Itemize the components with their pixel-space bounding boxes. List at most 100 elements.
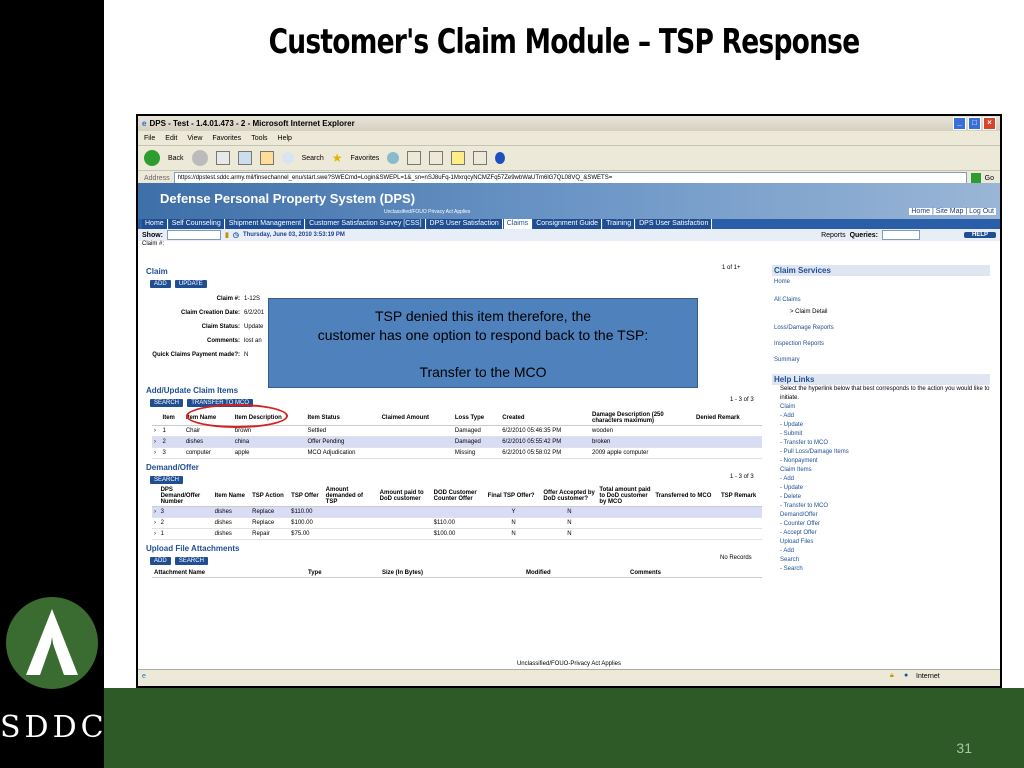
tab-consignment-guide[interactable]: Consignment Guide <box>533 219 603 229</box>
bluetooth-icon[interactable] <box>495 152 506 164</box>
col-header[interactable]: TSP Remark <box>719 486 762 507</box>
folder-icon[interactable] <box>451 151 466 165</box>
mail-icon[interactable] <box>407 151 422 165</box>
queries-select[interactable] <box>881 230 920 240</box>
history-icon[interactable] <box>387 152 400 164</box>
help-item[interactable]: - Delete <box>780 493 990 502</box>
table-row[interactable]: › 1 dishes Repair $75.00 $100.00 N N <box>152 528 762 540</box>
col-header[interactable]: DOD Customer Counter Offer <box>431 486 486 507</box>
help-item[interactable]: - Counter Offer <box>780 520 990 529</box>
col-header[interactable]: Denied Remark <box>694 411 762 426</box>
col-header[interactable]: Item Status <box>305 411 380 426</box>
col-header[interactable]: Comments <box>628 569 762 578</box>
home-icon[interactable] <box>259 151 274 165</box>
row-expander[interactable]: › <box>152 425 161 437</box>
col-header[interactable]: Modified <box>524 569 628 578</box>
menu-view[interactable]: View <box>187 135 202 142</box>
help-item[interactable]: - Update <box>780 421 990 430</box>
col-header[interactable]: Size (In Bytes) <box>380 569 524 578</box>
help-item[interactable]: - Add <box>780 412 990 421</box>
help-item[interactable]: - Pull Loss/Damage Items <box>780 448 990 457</box>
messenger-icon[interactable] <box>473 151 488 165</box>
minimize-icon[interactable]: _ <box>953 117 966 130</box>
menu-help[interactable]: Help <box>278 135 292 142</box>
help-item[interactable]: - Search <box>780 565 990 574</box>
upload-search-button[interactable]: SEARCH <box>174 557 208 565</box>
help-item[interactable]: - Transfer to MCO <box>780 439 990 448</box>
sidebar-item-all-claims[interactable]: All Claims <box>772 294 990 306</box>
menu-file[interactable]: File <box>144 135 155 142</box>
tab-training[interactable]: Training <box>603 219 636 229</box>
back-label[interactable]: Back <box>168 155 184 162</box>
claim-update-button[interactable]: UPDATE <box>174 280 207 288</box>
claim-add-button[interactable]: ADD <box>150 280 171 288</box>
chart-icon[interactable]: ▮ <box>225 231 229 239</box>
go-label[interactable]: Go <box>985 175 994 182</box>
maximize-icon[interactable]: □ <box>968 117 981 130</box>
back-arrow-icon[interactable] <box>144 150 160 166</box>
help-item[interactable]: - Accept Offer <box>780 529 990 538</box>
stop-icon[interactable] <box>215 151 230 165</box>
table-row[interactable]: › 3 dishes Replace $110.00 Y N <box>152 506 762 518</box>
tab-dps-user-satisfaction[interactable]: DPS User Satisfaction <box>426 219 503 229</box>
col-header[interactable]: Item Name <box>212 486 251 507</box>
search-icon[interactable] <box>281 152 294 164</box>
help-item[interactable]: Search <box>780 556 990 565</box>
col-header[interactable]: Damage Description (250 characters maxim… <box>590 411 695 426</box>
close-icon[interactable]: × <box>983 117 996 130</box>
help-item[interactable]: Claim <box>780 403 990 412</box>
row-expander[interactable]: › <box>152 447 161 459</box>
col-header[interactable]: Final TSP Offer? <box>485 486 542 507</box>
col-header[interactable]: Claimed Amount <box>379 411 453 426</box>
tab-claims[interactable]: Claims <box>503 219 533 229</box>
table-row[interactable]: › 3 computer apple MCO Adjudication Missing 6/… <box>152 447 762 459</box>
favorites-star-icon[interactable]: ★ <box>332 151 343 165</box>
col-header[interactable]: TSP Offer <box>289 486 324 507</box>
tab-self-counseling[interactable]: Self Counseling <box>168 219 225 229</box>
col-header[interactable]: Amount demanded of TSP <box>323 486 378 507</box>
reports-select[interactable]: Reports <box>821 232 846 239</box>
col-header[interactable]: Item <box>160 411 184 426</box>
upload-add-button[interactable]: ADD <box>150 557 171 565</box>
forward-arrow-icon[interactable] <box>191 150 208 166</box>
col-header[interactable]: Offer Accepted by DoD customer? <box>541 486 598 507</box>
items-search-button[interactable]: SEARCH <box>150 399 184 407</box>
col-header[interactable]: Type <box>306 569 380 578</box>
help-item[interactable]: - Add <box>780 547 990 556</box>
col-header[interactable]: Transferred to MCO <box>653 486 720 507</box>
search-label[interactable]: Search <box>302 155 324 162</box>
help-item[interactable]: - Nonpayment <box>780 457 990 466</box>
help-button[interactable]: HELP <box>963 232 996 238</box>
col-header[interactable]: Loss Type <box>452 411 501 426</box>
help-item[interactable]: - Transfer to MCO <box>780 502 990 511</box>
menu-edit[interactable]: Edit <box>165 135 177 142</box>
help-item[interactable]: Upload Files <box>780 538 990 547</box>
tab-shipment-management[interactable]: Shipment Management <box>225 219 306 229</box>
help-item[interactable]: - Add <box>780 475 990 484</box>
table-row[interactable]: › 2 dishes china Offer Pending Damaged 6/2/201… <box>152 436 762 448</box>
col-header[interactable]: TSP Action <box>250 486 290 507</box>
demand-search-button[interactable]: SEARCH <box>150 476 184 484</box>
go-arrow-icon[interactable] <box>970 173 981 183</box>
sidebar-item-home[interactable]: Home <box>772 276 990 288</box>
favorites-label[interactable]: Favorites <box>351 155 380 162</box>
col-header[interactable]: Amount paid to DoD customer <box>377 486 432 507</box>
banner-links[interactable]: Home | Site Map | Log Out <box>909 208 996 215</box>
show-select[interactable] <box>167 230 221 240</box>
sidebar-item-summary[interactable]: Summary <box>772 354 990 366</box>
help-item[interactable]: - Update <box>780 484 990 493</box>
sidebar-item-claim-detail[interactable]: > Claim Detail <box>772 306 990 318</box>
sidebar-item-inspection[interactable]: Inspection Reports <box>772 338 990 350</box>
table-row[interactable]: › 2 dishes Replace $100.00 $110.00 N N <box>152 517 762 529</box>
refresh-icon[interactable] <box>237 151 252 165</box>
menu-favorites[interactable]: Favorites <box>212 135 241 142</box>
help-item[interactable]: - Submit <box>780 430 990 439</box>
row-expander[interactable]: › <box>152 436 161 448</box>
sidebar-item-loss-damage[interactable]: Loss/Damage Reports <box>772 322 990 334</box>
help-item[interactable]: Claim Items <box>780 466 990 475</box>
menu-tools[interactable]: Tools <box>251 135 267 142</box>
col-header[interactable]: Attachment Name <box>152 569 306 578</box>
help-item[interactable]: Demand/Offer <box>780 511 990 520</box>
print-icon[interactable] <box>429 151 444 165</box>
tab-css[interactable]: Customer Satisfaction Survey [CSS] <box>306 219 426 229</box>
